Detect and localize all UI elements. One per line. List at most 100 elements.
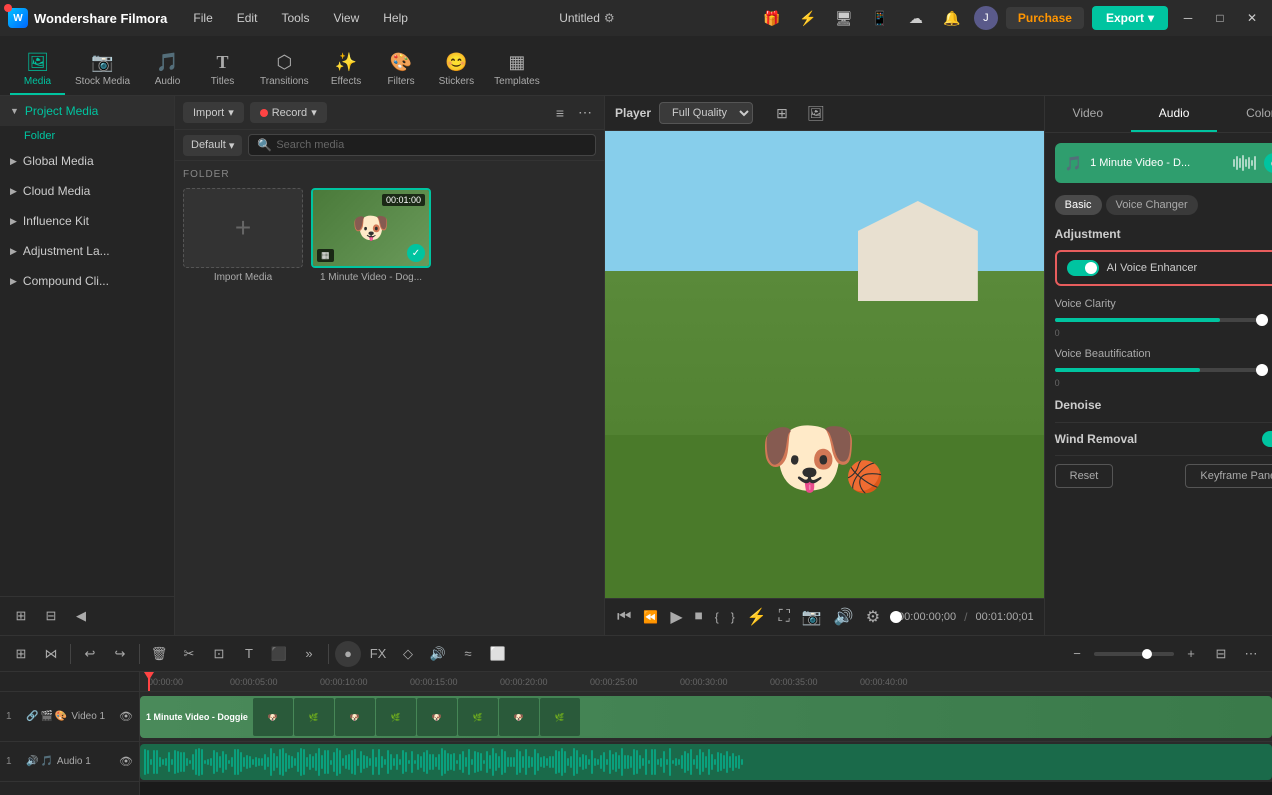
- video-clip[interactable]: 1 Minute Video - Doggie 🐶 🌿 🐶 🌿 🐶 🌿 🐶 🌿: [140, 696, 1272, 738]
- import-button[interactable]: Import ▾: [183, 102, 244, 123]
- grid-view-icon[interactable]: ⊞: [769, 100, 795, 126]
- snapshot-button[interactable]: 📷: [800, 605, 824, 629]
- cut-button[interactable]: ✂: [176, 641, 202, 667]
- transform-button[interactable]: ⬛: [266, 641, 292, 667]
- out-point-button[interactable]: }: [729, 608, 737, 626]
- nav-titles[interactable]: T Titles: [195, 46, 250, 95]
- wind-removal-toggle[interactable]: [1262, 431, 1272, 447]
- voice-beautification-slider[interactable]: [1055, 368, 1262, 372]
- nav-stickers[interactable]: 😊 Stickers: [429, 46, 485, 95]
- audio-track-visibility-icon[interactable]: 👁: [119, 755, 133, 768]
- default-sort-button[interactable]: Default ▾: [183, 135, 242, 156]
- quality-select[interactable]: Full Quality: [659, 102, 753, 124]
- import-media-item[interactable]: + Import Media: [183, 188, 303, 283]
- nav-filters[interactable]: 🎨 Filters: [374, 46, 429, 95]
- cloud-icon[interactable]: ☁: [902, 4, 930, 32]
- audio-track[interactable]: // Generate waveform bars inline const s…: [140, 742, 1272, 782]
- snap-button[interactable]: ⊞: [8, 641, 34, 667]
- picture-view-icon[interactable]: 🖼: [803, 100, 829, 126]
- nav-audio[interactable]: 🎵 Audio: [140, 46, 195, 95]
- folder-item[interactable]: Folder: [0, 126, 174, 146]
- record-button[interactable]: Record ▾: [250, 102, 327, 123]
- audio-button[interactable]: 🔊: [832, 605, 856, 629]
- notification-icon[interactable]: 🔔: [938, 4, 966, 32]
- tab-audio[interactable]: Audio: [1131, 96, 1217, 132]
- layout-toggle-button[interactable]: ⊟: [1208, 641, 1234, 667]
- video-track-link-icon[interactable]: 🔗: [26, 711, 38, 722]
- close-button[interactable]: ✕: [1240, 6, 1264, 30]
- fullscreen-button[interactable]: ⛶: [777, 606, 792, 628]
- video-track-color-icon[interactable]: 🎨: [55, 711, 67, 722]
- minimize-button[interactable]: ─: [1176, 6, 1200, 30]
- search-input[interactable]: [276, 139, 587, 151]
- zoom-in-button[interactable]: +: [1178, 641, 1204, 667]
- nav-templates[interactable]: ▦ Templates: [484, 46, 550, 95]
- import-small-button[interactable]: ⊞: [8, 603, 34, 629]
- maximize-button[interactable]: □: [1208, 6, 1232, 30]
- global-media-section[interactable]: ▶ Global Media: [0, 146, 174, 176]
- audio-button[interactable]: 🔊: [425, 641, 451, 667]
- text-button[interactable]: T: [236, 641, 262, 667]
- reset-button[interactable]: Reset: [1055, 464, 1114, 488]
- zoom-slider[interactable]: [1094, 652, 1174, 656]
- settings-button[interactable]: ⚙: [864, 605, 882, 629]
- menu-help[interactable]: Help: [375, 7, 416, 29]
- subtab-basic[interactable]: Basic: [1055, 195, 1102, 215]
- stop-button[interactable]: ⏹: [693, 606, 705, 628]
- step-back-button[interactable]: ⏪: [641, 608, 660, 626]
- tab-color[interactable]: Color: [1217, 96, 1272, 132]
- gift-icon[interactable]: 🎁: [758, 4, 786, 32]
- audio-track-icon[interactable]: 🔊: [26, 756, 38, 767]
- delete-button[interactable]: 🗑: [146, 641, 172, 667]
- video-track[interactable]: 1 Minute Video - Doggie 🐶 🌿 🐶 🌿 🐶 🌿 🐶 🌿: [140, 692, 1272, 742]
- cloud-media-section[interactable]: ▶ Cloud Media: [0, 176, 174, 206]
- import-placeholder[interactable]: +: [183, 188, 303, 268]
- nav-transitions[interactable]: ⬡ Transitions: [250, 46, 319, 95]
- menu-file[interactable]: File: [185, 7, 220, 29]
- split-button[interactable]: ⚡: [745, 605, 769, 629]
- menu-edit[interactable]: Edit: [229, 7, 266, 29]
- zoom-out-button[interactable]: −: [1064, 641, 1090, 667]
- ripple-button[interactable]: ⋈: [38, 641, 64, 667]
- in-point-button[interactable]: {: [713, 608, 721, 626]
- redo-button[interactable]: ↪: [107, 641, 133, 667]
- compound-clip-section[interactable]: ▶ Compound Cli...: [0, 266, 174, 296]
- voice-clarity-handle[interactable]: [1256, 314, 1268, 326]
- zoom-handle[interactable]: [1142, 649, 1152, 659]
- playhead[interactable]: [148, 672, 150, 691]
- track-visibility-icon[interactable]: 👁: [119, 710, 133, 723]
- phone-icon[interactable]: 📱: [866, 4, 894, 32]
- tab-video[interactable]: Video: [1045, 96, 1131, 132]
- subtab-voice-changer[interactable]: Voice Changer: [1106, 195, 1198, 215]
- audio-clip[interactable]: // Generate waveform bars inline const s…: [140, 744, 1272, 780]
- voice-clarity-slider[interactable]: [1055, 318, 1262, 322]
- menu-view[interactable]: View: [325, 7, 367, 29]
- crop-button[interactable]: ⊡: [206, 641, 232, 667]
- more-button[interactable]: »: [296, 641, 322, 667]
- export-small-button[interactable]: ⊟: [38, 603, 64, 629]
- ai-voice-enhancer-toggle[interactable]: [1067, 260, 1099, 276]
- more-options-icon[interactable]: ⋯: [574, 102, 596, 123]
- influence-kit-section[interactable]: ▶ Influence Kit: [0, 206, 174, 236]
- skip-back-button[interactable]: ⏮: [615, 606, 633, 628]
- nav-effects[interactable]: ✨ Effects: [319, 46, 374, 95]
- purchase-button[interactable]: Purchase: [1006, 7, 1084, 29]
- audio-mute-icon[interactable]: 🎵: [40, 756, 52, 767]
- keyframe-panel-button[interactable]: Keyframe Panel: [1185, 464, 1272, 488]
- split-audio-button[interactable]: ≈: [455, 641, 481, 667]
- bolt-icon[interactable]: ⚡: [794, 4, 822, 32]
- nav-stock-media[interactable]: 📷 Stock Media: [65, 46, 140, 95]
- filter-icon[interactable]: ≡: [552, 103, 568, 123]
- project-media-section[interactable]: ▼ Project Media: [0, 96, 174, 126]
- account-icon[interactable]: J: [974, 6, 998, 30]
- menu-tools[interactable]: Tools: [273, 7, 317, 29]
- record-timeline-button[interactable]: ●: [335, 641, 361, 667]
- undo-button[interactable]: ↩: [77, 641, 103, 667]
- adjustment-layer-section[interactable]: ▶ Adjustment La...: [0, 236, 174, 266]
- video-media-item[interactable]: 🐶 00:01:00 ▦ ✓ 1 Minute Video - Dog...: [311, 188, 431, 283]
- keyframe-button[interactable]: ◇: [395, 641, 421, 667]
- detach-button[interactable]: ⬜: [485, 641, 511, 667]
- screen-icon[interactable]: 🖥: [830, 4, 858, 32]
- scrubber-handle[interactable]: [890, 611, 902, 623]
- fx-button[interactable]: FX: [365, 641, 391, 667]
